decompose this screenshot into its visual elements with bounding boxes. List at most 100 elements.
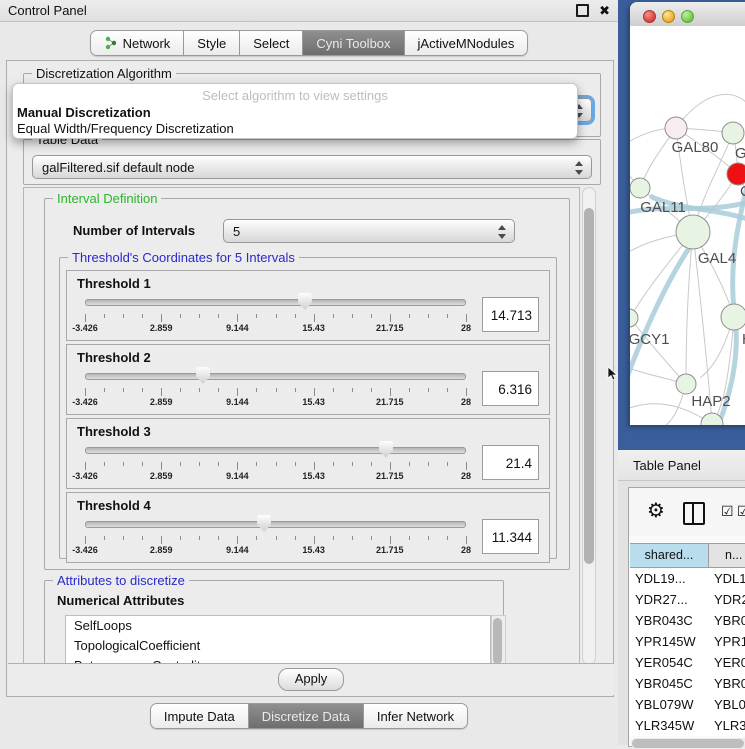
number-of-intervals-combobox[interactable]: 5 — [223, 219, 515, 243]
table-row[interactable]: YPR145W YPR1 — [630, 631, 745, 652]
slider-track[interactable] — [85, 373, 466, 380]
columns-icon[interactable] — [683, 502, 705, 525]
network-node-gcy1[interactable] — [630, 309, 638, 327]
tab-jactivemnodules[interactable]: jActiveMNodules — [404, 31, 528, 55]
attributes-group: Attributes to discretize Numerical Attri… — [44, 580, 504, 665]
network-node-gal80[interactable] — [665, 117, 687, 139]
table-row[interactable]: YBR043C YBR0 — [630, 610, 745, 631]
algorithm-placeholder: Select algorithm to view settings — [13, 87, 577, 105]
column-header-shared-name[interactable]: shared... — [630, 544, 709, 567]
node-label: GA — [735, 145, 745, 162]
table-row[interactable]: YDL19... YDL1 — [630, 568, 745, 589]
algorithm-options: Manual DiscretizationEqual Width/Frequen… — [13, 105, 577, 137]
table-row[interactable]: YER054C YER0 — [630, 652, 745, 673]
checkbox-icon[interactable]: ☑ — [737, 503, 745, 520]
threshold-4-value[interactable]: 11.344 — [482, 519, 539, 554]
float-window-icon[interactable] — [576, 4, 589, 17]
top-tab-row: Network Style Select Cyni Toolbox jActiv… — [0, 30, 618, 56]
column-header-name[interactable]: n... — [709, 544, 745, 567]
apply-button[interactable]: Apply — [278, 668, 345, 691]
network-node-h[interactable] — [721, 304, 745, 330]
table-panel-header: Table Panel — [618, 450, 745, 481]
network-node-ga[interactable] — [722, 122, 744, 144]
table-row[interactable]: YDR27... YDR2 — [630, 589, 745, 610]
slider-track[interactable] — [85, 521, 466, 528]
attribute-list-scrollbar[interactable] — [491, 615, 506, 665]
network-canvas: GAL80GACGAL11GAL4GCY1HHAP2 — [630, 26, 745, 425]
tab-infer-network[interactable]: Infer Network — [363, 704, 467, 728]
network-nodes[interactable]: GAL80GACGAL11GAL4GCY1HHAP2 — [630, 117, 745, 425]
tab-style[interactable]: Style — [183, 31, 239, 55]
table-row[interactable]: YBR045C YBR0 — [630, 673, 745, 694]
table-panel-title: Table Panel — [633, 458, 701, 473]
threshold-1-value[interactable]: 14.713 — [482, 297, 539, 332]
threshold-2-value[interactable]: 6.316 — [482, 371, 539, 406]
tab-impute-data[interactable]: Impute Data — [151, 704, 248, 728]
threshold-4-slider[interactable]: -3.4262.8599.14415.4321.71528 — [85, 514, 466, 558]
slider-thumb[interactable] — [298, 293, 312, 310]
combo-stepper-icon — [498, 224, 507, 240]
node-label: GAL80 — [672, 139, 719, 156]
slider-track[interactable] — [85, 299, 466, 306]
combo-stepper-icon — [575, 160, 584, 176]
tab-discretize-data[interactable]: Discretize Data — [248, 704, 363, 728]
algorithm-option[interactable]: Equal Width/Frequency Discretization — [13, 121, 577, 137]
threshold-3-label: Threshold 3 — [77, 424, 539, 439]
numerical-attributes-list[interactable]: SelfLoopsTopologicalCoefficientBetweenne… — [65, 615, 491, 665]
threshold-1-panel: Threshold 1 -3.4262.8599.14415.4321.7152… — [66, 270, 550, 341]
threshold-3-slider[interactable]: -3.4262.8599.14415.4321.71528 — [85, 440, 466, 484]
gear-icon[interactable]: ⚙ — [647, 498, 665, 523]
network-node-hap2[interactable] — [676, 374, 696, 394]
close-button[interactable] — [643, 10, 656, 23]
node-label: C — [740, 183, 745, 200]
table-panel: ⚙ ☑ ☑ shared... n... YDL19... YDL1 YDR27… — [618, 481, 745, 745]
tab-network[interactable]: Network — [91, 31, 184, 55]
close-panel-icon[interactable]: ✖ — [599, 6, 610, 16]
threshold-4-label: Threshold 4 — [77, 498, 539, 513]
slider-scale-labels: -3.4262.8599.14415.4321.71528 — [85, 471, 466, 482]
algorithm-dropdown-popup: Select algorithm to view settings Manual… — [12, 83, 578, 139]
network-window-titlebar[interactable] — [630, 2, 745, 27]
apply-row: Apply — [8, 663, 614, 695]
settings-scrollbar[interactable] — [582, 187, 596, 665]
tab-select[interactable]: Select — [239, 31, 302, 55]
slider-thumb[interactable] — [257, 515, 271, 532]
network-graph[interactable]: GAL80GACGAL11GAL4GCY1HHAP2 — [630, 26, 745, 425]
numerical-attributes-label: Numerical Attributes — [57, 593, 184, 608]
interval-definition-title: Interval Definition — [53, 191, 161, 206]
table-row[interactable]: YLR345W YLR3 — [630, 715, 745, 736]
threshold-3-panel: Threshold 3 -3.4262.8599.14415.4321.7152… — [66, 418, 550, 489]
network-icon — [104, 36, 118, 50]
threshold-1-slider[interactable]: -3.4262.8599.14415.4321.71528 — [85, 292, 466, 336]
bottom-tab-row: Impute Data Discretize Data Infer Networ… — [0, 703, 618, 727]
discretization-algorithm-title: Discretization Algorithm — [32, 66, 176, 81]
checkbox-icon[interactable]: ☑ — [721, 503, 734, 520]
attribute-list-item[interactable]: TopologicalCoefficient — [66, 636, 490, 656]
slider-track[interactable] — [85, 447, 466, 454]
settings-scrollbar-thumb[interactable] — [584, 208, 594, 564]
slider-ticks — [85, 314, 466, 322]
threshold-1-label: Threshold 1 — [77, 276, 539, 291]
table-data-combobox[interactable]: galFiltered.sif default node — [32, 155, 592, 179]
zoom-button[interactable] — [681, 10, 694, 23]
attributes-group-title: Attributes to discretize — [53, 573, 189, 588]
algorithm-option[interactable]: Manual Discretization — [13, 105, 577, 121]
minimize-button[interactable] — [662, 10, 675, 23]
network-node-gal11[interactable] — [630, 178, 650, 198]
table-row[interactable]: YBL079W YBL0 — [630, 694, 745, 715]
network-node-c[interactable] — [727, 163, 745, 185]
attribute-list-item[interactable]: SelfLoops — [66, 616, 490, 636]
node-table: shared... n... YDL19... YDL1 YDR27... YD… — [630, 543, 745, 736]
slider-thumb[interactable] — [379, 441, 393, 458]
threshold-2-panel: Threshold 2 -3.4262.8599.14415.4321.7152… — [66, 344, 550, 415]
slider-thumb[interactable] — [196, 367, 210, 384]
table-horizontal-scrollbar[interactable] — [631, 738, 745, 749]
threshold-coordinates-title: Threshold's Coordinates for 5 Intervals — [68, 250, 299, 265]
node-label: HAP2 — [691, 393, 730, 410]
network-node-gal4[interactable] — [676, 215, 710, 249]
threshold-3-value[interactable]: 21.4 — [482, 445, 539, 480]
threshold-2-slider[interactable]: -3.4262.8599.14415.4321.71528 — [85, 366, 466, 410]
node-label: GCY1 — [630, 331, 669, 348]
slider-ticks — [85, 536, 466, 544]
tab-cyni-toolbox[interactable]: Cyni Toolbox — [302, 31, 403, 55]
